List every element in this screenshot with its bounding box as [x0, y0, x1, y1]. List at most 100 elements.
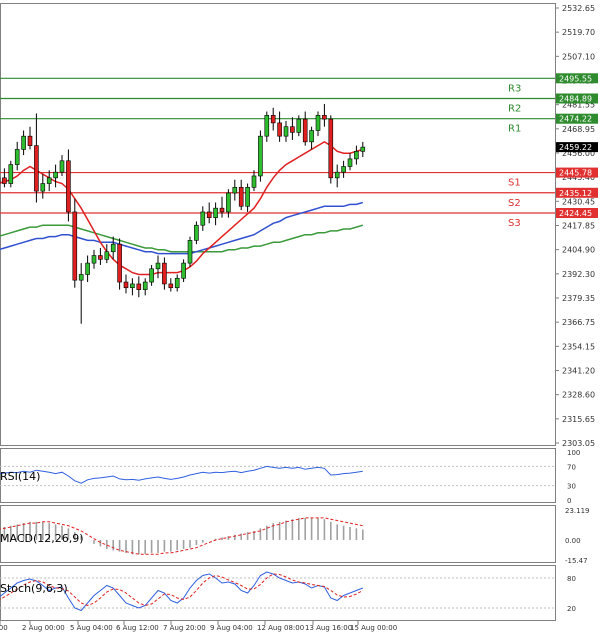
- candle: [110, 236, 116, 260]
- candle: [283, 121, 289, 142]
- level-name-s1: S1: [508, 178, 521, 189]
- candle-body: [174, 277, 180, 289]
- candle: [200, 206, 206, 231]
- time-tick-label: 7 Aug 20:00: [163, 624, 206, 632]
- level-price-r2: 2484.89: [559, 94, 592, 103]
- candle: [8, 160, 14, 188]
- candle: [78, 263, 84, 324]
- candle: [72, 198, 78, 288]
- rsi-tick-label: 30: [567, 483, 576, 491]
- candle: [334, 164, 340, 188]
- candle: [40, 174, 46, 199]
- stoch-tick-label: 80: [567, 575, 576, 583]
- time-tick-label: 5 Aug 04:00: [70, 624, 113, 632]
- rsi-label: RSI(14): [0, 470, 40, 483]
- candle: [104, 244, 110, 264]
- rsi-tick-label: 0: [567, 497, 571, 505]
- candle: [174, 274, 180, 292]
- candle: [34, 113, 39, 203]
- candle-body: [162, 262, 167, 285]
- candle-body: [2, 177, 7, 184]
- macd-tick-label: 23.119: [565, 507, 590, 515]
- candle-body: [283, 126, 289, 137]
- candle: [168, 278, 174, 292]
- candle-body: [206, 211, 212, 218]
- level-name-r1: R1: [508, 124, 521, 135]
- last-price-marker: 2459.22: [556, 142, 598, 153]
- price-tick-label: 2507.10: [562, 52, 595, 61]
- candle: [130, 278, 135, 296]
- level-name-s3: S3: [508, 218, 521, 229]
- price-panel-frame: [0, 3, 556, 446]
- candle: [142, 278, 148, 296]
- price-axis: 2532.652519.702507.102494.152481.552468.…: [555, 4, 595, 448]
- candle: [238, 179, 244, 211]
- macd-panel-frame: [0, 505, 556, 563]
- price-tick-label: 2303.05: [562, 439, 595, 448]
- candle: [219, 196, 225, 218]
- level-price-r3: 2495.55: [559, 74, 592, 83]
- candle: [123, 274, 129, 294]
- time-tick-label: 12 Aug 08:00: [257, 624, 304, 632]
- time-axis: 6:00 2 Aug 00:00 5 Aug 04:006 Aug 12:00 7 A…: [0, 621, 397, 632]
- level-price-s3: 2424.45: [559, 209, 592, 218]
- candle-body: [27, 135, 33, 146]
- candle-body: [110, 243, 116, 253]
- chart: 2532.652519.702507.102494.152481.552468.…: [0, 3, 598, 632]
- candle: [149, 265, 154, 286]
- level-name-s2: S2: [508, 198, 521, 209]
- level-price-s1: 2445.78: [559, 169, 592, 178]
- ma-fast-line: [0, 141, 364, 276]
- candle-body: [213, 207, 218, 218]
- time-tick-label: 9 Aug 04:00: [210, 624, 253, 632]
- candle-body: [328, 118, 334, 179]
- candle-body: [200, 211, 206, 226]
- candle-body: [245, 187, 250, 207]
- stoch-panel-frame: [0, 565, 556, 621]
- candle-body: [78, 274, 84, 281]
- candle: [155, 255, 161, 279]
- stoch-tick-label: 20: [567, 605, 576, 613]
- candle: [14, 141, 20, 171]
- candle-body: [258, 135, 263, 177]
- candle: [328, 115, 334, 184]
- candle-body: [104, 251, 110, 260]
- price-tick-label: 2328.60: [562, 391, 595, 400]
- candle-body: [21, 135, 26, 150]
- price-tick-label: 2417.85: [562, 222, 595, 231]
- price-tick-label: 2315.65: [562, 415, 595, 424]
- candle-body: [130, 283, 135, 289]
- price-tick-label: 2379.35: [562, 294, 595, 303]
- candle: [194, 221, 199, 245]
- candle: [2, 168, 7, 188]
- candle: [347, 153, 353, 171]
- candle-body: [277, 122, 282, 137]
- candle: [277, 111, 282, 142]
- price-tick-label: 2341.20: [562, 367, 595, 376]
- macd-panel: 23.119 0.00 -15.47 MACD(12,26,9): [0, 507, 590, 565]
- price-tick-label: 2404.90: [562, 246, 595, 255]
- candle-body: [136, 283, 142, 290]
- candle-body: [66, 160, 71, 213]
- candle: [315, 111, 321, 137]
- time-tick-label: 2 Aug 00:00: [22, 624, 65, 632]
- candle-body: [34, 145, 39, 192]
- candle: [232, 179, 238, 201]
- stoch-panel: 80 20 Stoch(9,6,3): [0, 571, 576, 613]
- last-price-label: 2459.22: [559, 143, 592, 152]
- ma-mid-line: [0, 201, 364, 255]
- candle-body: [315, 115, 321, 131]
- price-tick-label: 2392.30: [562, 270, 595, 279]
- time-tick-label: 13 Aug 16:00: [305, 624, 352, 632]
- candle-body: [59, 160, 65, 173]
- time-tick-label: 6:00: [0, 624, 8, 632]
- candle-body: [168, 283, 174, 289]
- candle-body: [270, 115, 276, 124]
- macd-label: MACD(12,26,9): [0, 532, 84, 545]
- candle-body: [219, 207, 225, 213]
- candle: [162, 257, 167, 290]
- candle-body: [14, 149, 20, 165]
- time-tick-label: 15 Aug 00:00: [350, 624, 397, 632]
- ma-slow-line: [0, 224, 364, 253]
- candle-body: [360, 146, 366, 152]
